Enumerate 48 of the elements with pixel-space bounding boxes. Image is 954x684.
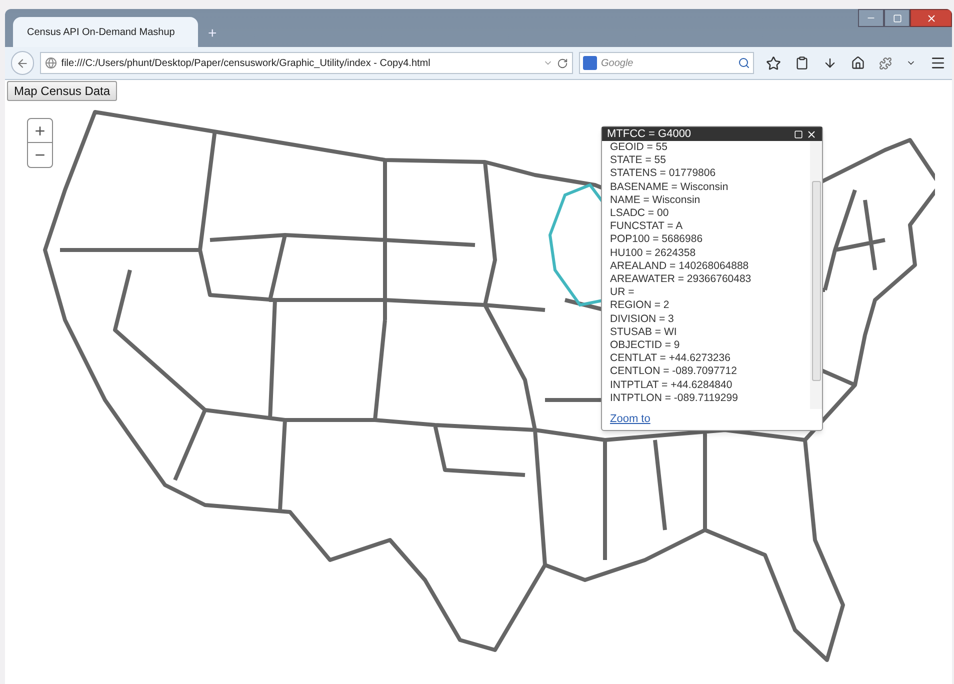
zoom-to-link[interactable]: Zoom to	[602, 409, 650, 430]
search-icon[interactable]	[738, 57, 750, 69]
attribute-text: STATENS = 01779806	[610, 167, 717, 181]
address-bar[interactable]: file:///C:/Users/phunt/Desktop/Paper/censuswork/Graphic_Utility/index - Copy4.html	[40, 52, 573, 74]
menu-icon[interactable]	[930, 55, 946, 71]
browser-tab[interactable]: Census API On-Demand Mashup	[13, 17, 198, 47]
addon-icon[interactable]	[879, 56, 892, 70]
globe-icon	[45, 57, 58, 69]
attribute-text: STATE = 55	[610, 154, 667, 168]
url-text: file:///C:/Users/phunt/Desktop/Paper/censuswork/Graphic_Utility/index - Copy4.html	[61, 56, 432, 70]
attribute-text: DIVISION = 3	[610, 312, 675, 326]
zoom-out-button[interactable]: −	[28, 143, 52, 167]
zoom-in-button[interactable]: +	[28, 119, 52, 143]
search-field[interactable]: Google	[601, 56, 734, 70]
attribute-text: AREAWATER = 29366760483	[610, 273, 752, 286]
attribute-text: HU100 = 2624358	[610, 246, 697, 260]
attribute-text: BASENAME = Wisconsin	[610, 180, 730, 194]
attribute-text: CENTLAT = +44.6273236	[610, 352, 732, 366]
close-icon[interactable]	[806, 128, 817, 140]
close-button[interactable]	[910, 9, 952, 27]
reload-icon[interactable]	[557, 58, 568, 68]
attribute-text: OBJECTID = 9	[610, 339, 681, 352]
popup-title: MTFCC = G4000	[607, 128, 692, 140]
download-icon[interactable]	[823, 56, 837, 70]
attribute-text: STUSAB = WI	[610, 326, 678, 340]
bookmark-star-icon[interactable]	[766, 56, 781, 70]
maximize-icon	[892, 14, 902, 22]
back-arrow-icon	[16, 56, 30, 70]
attribute-text: REGION = 2	[610, 299, 670, 313]
attribute-text: LSADC = 00	[610, 207, 670, 220]
attribute-text: POP100 = 5686986	[610, 233, 704, 247]
attribute-text: FUNCSTAT = A	[610, 220, 684, 234]
clipboard-icon[interactable]	[795, 56, 809, 70]
attribute-text: GEOID = 55	[610, 141, 668, 154]
attribute-text: INTPTLAT = +44.6284840	[610, 378, 734, 392]
back-button[interactable]	[11, 51, 34, 75]
close-icon	[926, 12, 936, 24]
search-bar[interactable]: Google	[579, 52, 754, 74]
attribute-text: INTPTLON = -089.7119299	[610, 392, 739, 406]
scrollbar[interactable]	[810, 141, 822, 409]
home-icon[interactable]	[851, 56, 865, 70]
attribute-text: NAME = Wisconsin	[610, 194, 702, 208]
maximize-button[interactable]	[884, 9, 910, 27]
map-census-data-button[interactable]: Map Census Data	[7, 81, 118, 101]
attribute-text: UR =	[610, 286, 636, 300]
attribute-text: AREALAND = 140268064888	[610, 260, 750, 274]
attribute-text: CENTLON = -089.7097712	[610, 365, 738, 379]
maximize-icon[interactable]	[794, 130, 803, 138]
